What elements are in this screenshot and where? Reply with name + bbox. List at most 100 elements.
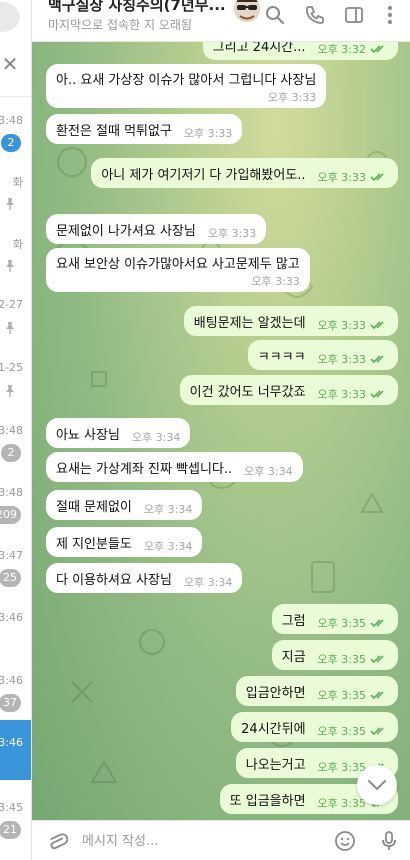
pin-icon xyxy=(4,383,16,397)
double-check-icon xyxy=(370,618,388,628)
chat-list-item[interactable]: 3:46 37 xyxy=(0,658,31,718)
incoming-message[interactable]: 다 이용하셔요 사장님 오후 3:34 xyxy=(46,563,243,593)
message-text: 요새는 가상계좌 진짜 빡셉니다.. xyxy=(56,461,233,477)
incoming-message[interactable]: 요새는 가상계좌 진짜 빡셉니다.. 오후 3:34 xyxy=(46,452,303,482)
paperclip-icon[interactable] xyxy=(46,830,69,852)
chat-title[interactable]: 맥구실장 사칭주의(7년무... xyxy=(48,0,248,15)
chat-list-item[interactable]: 3:48 209 xyxy=(0,470,31,530)
pin-icon xyxy=(4,196,16,210)
message-time: 오후 3:33 xyxy=(207,227,257,240)
incoming-message[interactable]: 제 지인분들도 오후 3:34 xyxy=(46,527,203,557)
message-text: 환전은 절때 먹튀없구 xyxy=(56,123,172,139)
message-meta: 오후 3:33 xyxy=(251,273,299,289)
message-time: 오후 3:35 xyxy=(317,689,366,702)
message-meta: 오후 3:34 xyxy=(184,574,232,590)
outgoing-message[interactable]: ㅋㅋㅋㅋ 오후 3:33 xyxy=(247,340,398,370)
chat-list-sidebar: ✕ 3:482화화2-271-253:4823:482093:47253:463… xyxy=(0,0,32,860)
message-time: 오후 3:32 xyxy=(317,43,366,56)
unread-badge: 21 xyxy=(0,821,21,839)
incoming-message[interactable]: 환전은 절때 먹튀없구 오후 3:33 xyxy=(46,114,243,144)
incoming-message[interactable]: 절때 문제없이 오후 3:34 xyxy=(46,490,203,520)
outgoing-message[interactable]: 배팅문제는 알겠는데 오후 3:33 xyxy=(183,306,398,336)
scroll-down-button[interactable] xyxy=(357,765,397,805)
message-time: 오후 3:33 xyxy=(317,353,366,366)
message-text: 24시간뒤에 xyxy=(241,721,306,737)
message-text: 아니 제가 여기저기 다 가입해봤어도.. xyxy=(101,167,306,183)
outgoing-message[interactable]: 지금 오후 3:35 xyxy=(271,640,398,670)
microphone-icon[interactable] xyxy=(378,830,400,852)
chat-list-time: 화 xyxy=(12,238,23,251)
message-time: 오후 3:34 xyxy=(183,576,233,589)
message-text: 다 이용하셔요 사장님 xyxy=(56,572,172,588)
sidebar-toggle-icon[interactable] xyxy=(343,4,365,26)
chat-list-item[interactable]: 화 xyxy=(0,220,31,280)
incoming-message[interactable]: 문제없이 나가셔요 사장님 오후 3:33 xyxy=(46,214,267,244)
pin-icon xyxy=(4,320,16,334)
message-time: 오후 3:35 xyxy=(317,797,366,810)
chevron-down-icon xyxy=(368,780,386,791)
message-time: 오후 3:35 xyxy=(317,761,366,774)
double-check-icon xyxy=(370,44,388,54)
unread-badge: 2 xyxy=(1,444,21,462)
message-meta: 오후 3:34 xyxy=(244,463,292,479)
incoming-message[interactable]: 아.. 요새 가상장 이슈가 많아서 그럽니다 사장님 오후 3:33 xyxy=(46,64,327,108)
chat-list-item[interactable]: 3:48 2 xyxy=(0,98,31,158)
message-text: 제 지인분들도 xyxy=(56,536,132,552)
message-text: 절때 문제없이 xyxy=(56,499,132,515)
unread-badge: 209 xyxy=(0,506,21,524)
avatar[interactable] xyxy=(234,0,260,22)
outgoing-message[interactable]: 그리고 24시간... 오후 3:32 xyxy=(202,42,398,60)
message-meta: 오후 3:33 xyxy=(208,225,256,241)
message-meta: 오후 3:33 xyxy=(184,125,232,141)
more-vertical-icon[interactable] xyxy=(379,4,401,26)
message-text: 입금안하면 xyxy=(245,685,306,701)
chat-list-item[interactable]: 3:46 xyxy=(0,720,31,780)
incoming-message[interactable]: 아뇨 사장님 오후 3:34 xyxy=(46,418,191,448)
chat-list-item[interactable]: 3:46 xyxy=(0,595,31,655)
message-text: 지금 xyxy=(281,649,306,665)
message-text: 그리고 24시간... xyxy=(212,42,306,55)
double-check-icon xyxy=(370,354,388,364)
search-icon[interactable] xyxy=(264,4,286,26)
chat-list-time: 3:45 xyxy=(0,801,23,814)
outgoing-message[interactable]: 24시간뒤에 오후 3:35 xyxy=(231,712,398,742)
folder-avatar[interactable] xyxy=(0,2,20,32)
message-time: 오후 3:34 xyxy=(244,465,293,478)
message-time: 오후 3:34 xyxy=(143,503,193,516)
double-check-icon xyxy=(370,172,388,182)
chat-list-item[interactable]: 2-27 xyxy=(0,282,31,342)
close-icon[interactable]: ✕ xyxy=(0,52,20,76)
message-text: 또 입금을하면 xyxy=(229,793,306,809)
message-input[interactable] xyxy=(82,829,322,853)
pin-icon xyxy=(4,258,16,272)
message-text: 문제없이 나가셔요 사장님 xyxy=(56,223,196,239)
outgoing-message[interactable]: 이건 갔어도 너무갔죠 오후 3:33 xyxy=(179,375,398,405)
outgoing-message[interactable]: 그럼 오후 3:35 xyxy=(271,604,398,634)
outgoing-message[interactable]: 아니 제가 여기저기 다 가입해봤어도.. 오후 3:33 xyxy=(91,158,398,188)
chat-list-item[interactable]: 화 xyxy=(0,158,31,218)
chat-list-time: 3:48 xyxy=(0,114,23,127)
chat-list-item[interactable]: 3:45 21 xyxy=(0,785,31,845)
emoji-icon[interactable] xyxy=(334,830,356,852)
message-text: 이건 갔어도 너무갔죠 xyxy=(189,384,306,400)
chat-list-time: 3:46 xyxy=(0,674,23,687)
message-time: 오후 3:33 xyxy=(183,127,233,140)
message-time: 오후 3:33 xyxy=(317,171,366,184)
chat-list-time: 3:48 xyxy=(0,424,23,437)
message-list[interactable]: 그리고 24시간... 오후 3:32 아.. 요새 가상장 이슈가 많아서 그럽니… xyxy=(32,42,410,820)
message-time: 오후 3:34 xyxy=(131,431,181,444)
chat-status: 마지막으로 접속한 지 오래됨 xyxy=(48,18,192,32)
message-time: 오후 3:33 xyxy=(317,388,366,401)
phone-icon[interactable] xyxy=(304,4,326,26)
chat-list-time: 3:48 xyxy=(0,486,23,499)
chat-list-item[interactable]: 3:47 25 xyxy=(0,533,31,593)
double-check-icon xyxy=(370,726,388,736)
chat-list-item[interactable]: 3:48 2 xyxy=(0,408,31,468)
double-check-icon xyxy=(370,389,388,399)
outgoing-message[interactable]: 입금안하면 오후 3:35 xyxy=(235,676,398,706)
chat-list-item[interactable]: 1-25 xyxy=(0,345,31,405)
double-check-icon xyxy=(370,690,388,700)
incoming-message[interactable]: 요새 보안상 이슈가많아서요 사고문제두 많고 오후 3:33 xyxy=(46,248,310,292)
message-text: 아뇨 사장님 xyxy=(56,427,120,443)
message-time: 오후 3:33 xyxy=(251,275,300,288)
